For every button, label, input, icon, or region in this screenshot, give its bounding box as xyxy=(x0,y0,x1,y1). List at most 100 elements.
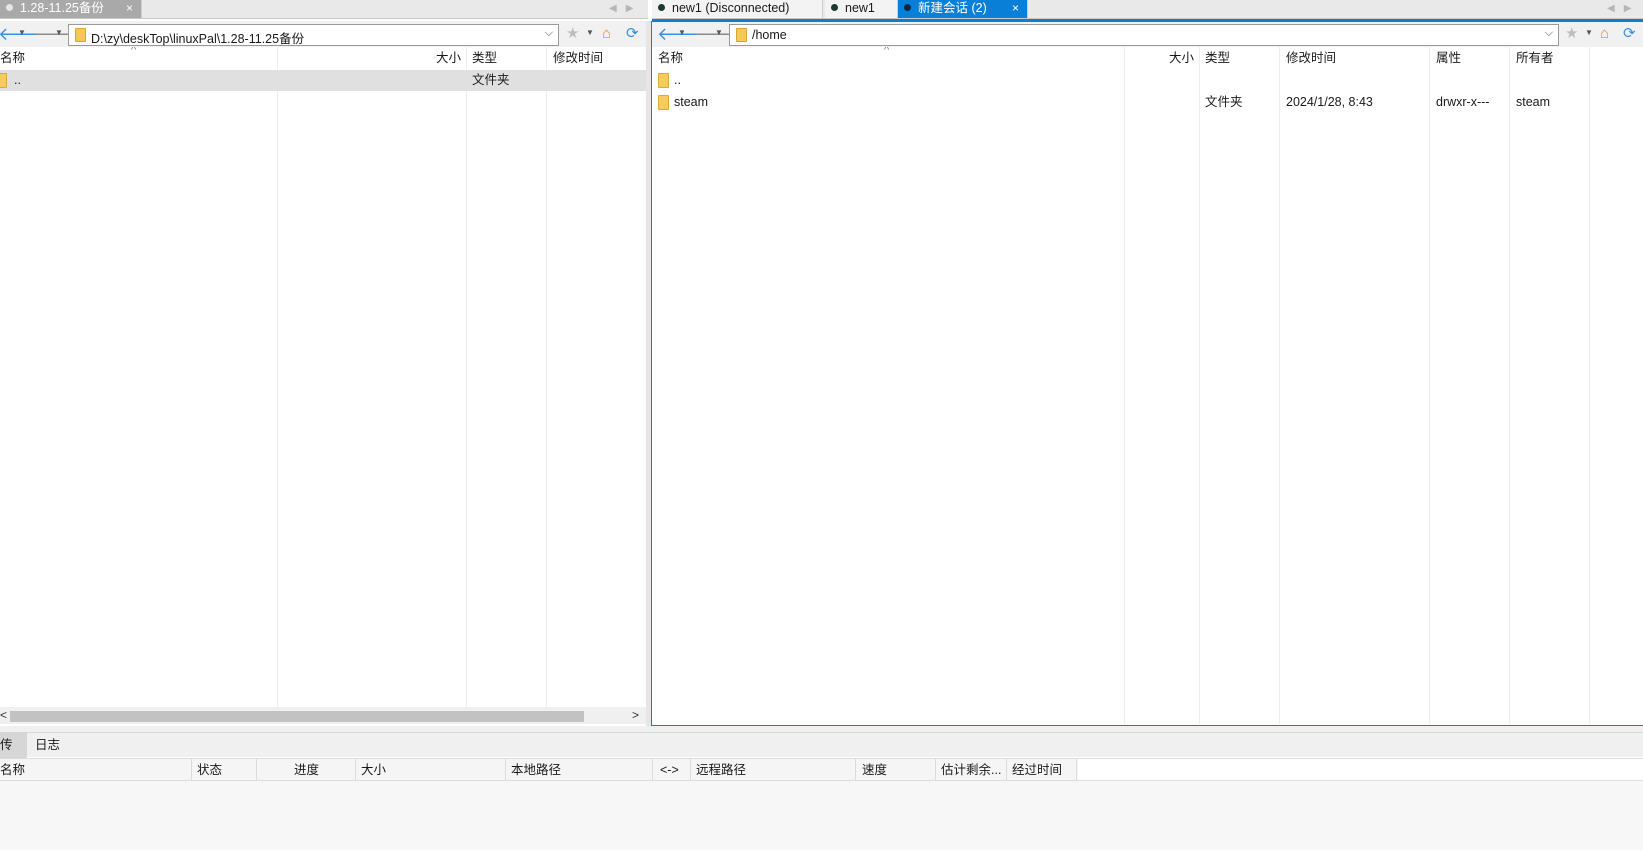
column-header-size[interactable]: 大小 xyxy=(1169,47,1194,69)
column-divider xyxy=(855,759,856,781)
tab-status-dot xyxy=(831,4,838,11)
remote-file-list[interactable]: ^ 名称 大小 类型 修改时间 属性 所有者 .. steam 文件夹 2024… xyxy=(652,47,1643,724)
tab-status-dot xyxy=(6,4,13,11)
column-divider xyxy=(1509,47,1510,724)
column-header-status[interactable]: 状态 xyxy=(197,759,222,781)
column-header-speed[interactable]: 速度 xyxy=(862,759,887,781)
tab-label: 1.28-11.25备份 xyxy=(20,1,104,15)
column-divider xyxy=(355,759,356,781)
folder-icon xyxy=(75,28,86,42)
column-header-attributes[interactable]: 属性 xyxy=(1436,47,1461,69)
tab-transfers[interactable]: 传输 xyxy=(0,733,27,777)
left-tabbar: 1.28-11.25备份 × ◀▶ xyxy=(0,0,648,19)
chevron-down-icon[interactable]: ▼ xyxy=(18,28,26,37)
column-divider xyxy=(277,47,278,707)
column-header-size[interactable]: 大小 xyxy=(361,759,386,781)
chevron-down-icon[interactable]: ⌵ xyxy=(1545,27,1553,40)
tab-label: 新建会话 (2) xyxy=(918,1,987,15)
list-item[interactable]: steam 文件夹 2024/1/28, 8:43 drwxr-x--- ste… xyxy=(652,92,1643,113)
remote-path-field[interactable]: /home ⌵ xyxy=(729,24,1559,46)
file-name: .. xyxy=(674,73,681,87)
file-modified: 2024/1/28, 8:43 xyxy=(1286,95,1373,109)
column-divider xyxy=(1279,47,1280,724)
transfer-header-filler xyxy=(1078,758,1643,781)
right-toolbar: 🡐 ▼ 🡒 ▼ /home ⌵ ★ ▼ ⌂ ⟳ xyxy=(652,21,1643,47)
column-header-type[interactable]: 类型 xyxy=(472,47,497,69)
column-header-modified[interactable]: 修改时间 xyxy=(553,47,603,69)
scroll-thumb[interactable] xyxy=(10,711,584,722)
column-header-eta[interactable]: 估计剩余... xyxy=(941,759,1001,781)
local-path-field[interactable]: D:\zy\deskTop\linuxPal\1.28-11.25备份 ⌵ xyxy=(68,24,559,46)
tab-new1-disconnected[interactable]: new1 (Disconnected) xyxy=(652,0,823,18)
column-header-modified[interactable]: 修改时间 xyxy=(1286,47,1336,69)
list-item[interactable]: .. 文件夹 xyxy=(0,70,646,91)
column-divider xyxy=(505,759,506,781)
column-divider xyxy=(466,47,467,707)
column-divider xyxy=(1076,759,1077,781)
column-header-progress[interactable]: 进度 xyxy=(294,759,319,781)
column-header-name[interactable]: 名称 xyxy=(0,47,25,69)
file-owner: steam xyxy=(1516,95,1551,109)
local-horizontal-scrollbar[interactable]: < > xyxy=(0,707,646,724)
file-type: 文件夹 xyxy=(1205,95,1243,109)
bottom-tabbar: 传输 日志 xyxy=(0,732,1643,777)
column-divider xyxy=(652,759,653,781)
chevron-down-icon[interactable]: ▼ xyxy=(1585,28,1593,37)
column-header-type[interactable]: 类型 xyxy=(1205,47,1230,69)
tab-scroll-arrows-icon[interactable]: ◀▶ xyxy=(1607,0,1640,18)
column-header-remote-path[interactable]: 远程路径 xyxy=(696,759,746,781)
column-divider xyxy=(1429,47,1430,724)
chevron-down-icon[interactable]: ⌵ xyxy=(545,27,553,40)
tab-new1[interactable]: new1 xyxy=(825,0,898,18)
bookmark-star-icon[interactable]: ★ xyxy=(566,25,579,43)
tab-scroll-arrows-icon[interactable]: ◀▶ xyxy=(609,0,642,18)
column-header-local-path[interactable]: 本地路径 xyxy=(511,759,561,781)
column-header-size[interactable]: 大小 xyxy=(436,47,461,69)
remote-list-header xyxy=(652,47,1643,69)
refresh-icon[interactable]: ⟳ xyxy=(1623,25,1636,43)
close-icon[interactable]: × xyxy=(126,0,133,17)
sort-ascending-icon: ^ xyxy=(884,47,890,56)
column-divider xyxy=(1199,47,1200,724)
scroll-left-icon[interactable]: < xyxy=(0,707,7,724)
column-divider xyxy=(546,47,547,707)
home-icon[interactable]: ⌂ xyxy=(1600,25,1609,43)
chevron-down-icon[interactable]: ▼ xyxy=(55,28,63,37)
tab-local-folder[interactable]: 1.28-11.25备份 × xyxy=(0,0,142,18)
close-icon[interactable]: × xyxy=(1012,0,1019,17)
local-file-list[interactable]: ^ 名称 大小 类型 修改时间 .. 文件夹 xyxy=(0,47,646,707)
tab-new-session-2[interactable]: 新建会话 (2) × xyxy=(898,0,1028,18)
tab-label: new1 (Disconnected) xyxy=(672,1,790,15)
remote-path-text: /home xyxy=(752,28,787,42)
column-header-name[interactable]: 名称 xyxy=(0,759,25,781)
file-type: 文件夹 xyxy=(472,73,510,87)
tab-status-dot xyxy=(904,4,911,11)
column-divider xyxy=(1124,47,1125,724)
local-path-text: D:\zy\deskTop\linuxPal\1.28-11.25备份 xyxy=(91,32,305,46)
folder-icon xyxy=(658,95,669,110)
column-header-elapsed[interactable]: 经过时间 xyxy=(1012,759,1062,781)
folder-icon xyxy=(658,73,669,88)
chevron-down-icon[interactable]: ▼ xyxy=(586,28,594,37)
bookmark-star-icon[interactable]: ★ xyxy=(1565,25,1578,43)
tab-label: new1 xyxy=(845,1,875,15)
file-name: steam xyxy=(674,95,709,109)
tab-log[interactable]: 日志 xyxy=(31,733,64,758)
column-header-direction[interactable]: <-> xyxy=(660,759,679,781)
folder-icon xyxy=(736,28,747,42)
column-divider xyxy=(256,759,257,781)
column-divider xyxy=(1006,759,1007,781)
scroll-right-icon[interactable]: > xyxy=(632,707,639,724)
file-attributes: drwxr-x--- xyxy=(1436,95,1490,109)
refresh-icon[interactable]: ⟳ xyxy=(626,25,639,43)
list-item[interactable]: .. xyxy=(652,70,1643,91)
home-icon[interactable]: ⌂ xyxy=(602,25,611,43)
chevron-down-icon[interactable]: ▼ xyxy=(678,28,686,37)
column-header-owner[interactable]: 所有者 xyxy=(1516,47,1554,69)
transfer-list[interactable] xyxy=(0,781,1643,850)
column-header-name[interactable]: 名称 xyxy=(658,47,683,69)
column-divider xyxy=(1589,47,1590,724)
transfer-list-header: 名称 状态 进度 大小 本地路径 <-> 远程路径 速度 估计剩余... 经过时… xyxy=(0,758,1078,781)
tab-status-dot xyxy=(658,4,665,11)
chevron-down-icon[interactable]: ▼ xyxy=(715,28,723,37)
